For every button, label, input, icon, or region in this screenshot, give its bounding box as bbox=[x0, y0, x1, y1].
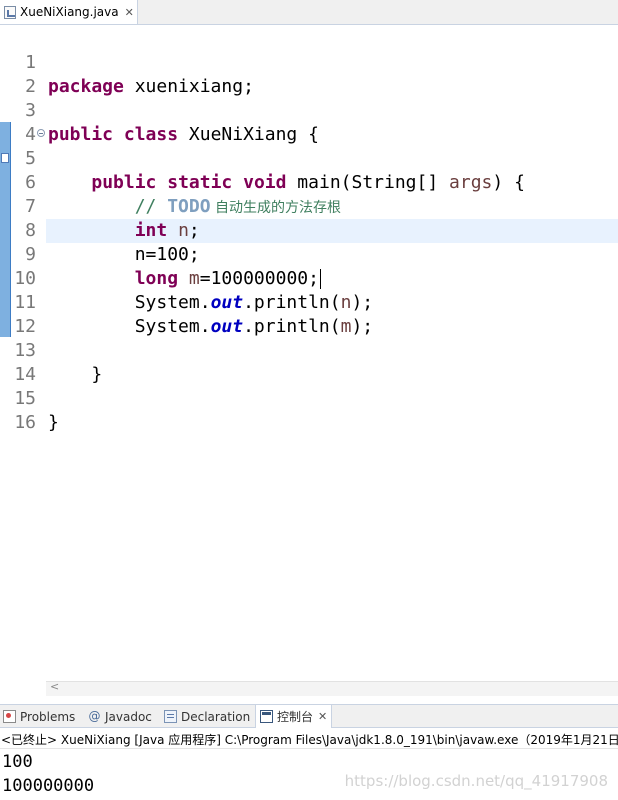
code-line-5: 5 public static void main(String[] args)… bbox=[0, 123, 618, 193]
editor-tab-bar: XueNiXiang.java ✕ bbox=[0, 0, 618, 25]
code-line-8: 8 n=100; bbox=[0, 195, 618, 265]
editor-tab-xuenixiang[interactable]: XueNiXiang.java ✕ bbox=[0, 0, 138, 24]
javadoc-icon: @ bbox=[88, 709, 101, 723]
editor-tab-label: XueNiXiang.java bbox=[20, 5, 119, 19]
watermark: https://blog.csdn.net/qq_41917908 bbox=[344, 772, 608, 790]
scroll-left-icon[interactable]: < bbox=[50, 680, 59, 693]
code-line-14: 14 bbox=[0, 339, 618, 385]
code-line-2: 2 bbox=[0, 51, 618, 97]
code-line-15: 15 } bbox=[0, 363, 618, 433]
views-tab-bar: Problems @ Javadoc Declaration 控制台 ✕ bbox=[0, 704, 618, 728]
console-view[interactable]: <已终止> XueNiXiang [Java 应用程序] C:\Program … bbox=[0, 728, 618, 800]
console-status-line: <已终止> XueNiXiang [Java 应用程序] C:\Program … bbox=[0, 733, 618, 749]
code-line-6: 6 // TODO 自动生成的方法存根 bbox=[0, 147, 618, 217]
code-line-12: 12 bbox=[0, 291, 618, 337]
close-icon[interactable]: ✕ bbox=[125, 6, 134, 19]
console-icon bbox=[260, 710, 273, 723]
java-file-icon bbox=[4, 5, 16, 19]
horizontal-scrollbar[interactable]: < bbox=[46, 680, 618, 696]
problems-icon bbox=[3, 710, 16, 723]
tab-label: Javadoc bbox=[105, 709, 152, 724]
code-lines: 1 package xuenixiang; 2 3 public class X… bbox=[0, 27, 618, 433]
code-line-16: 16 bbox=[0, 387, 618, 433]
code-line-7: 7 int n; bbox=[0, 171, 618, 241]
tab-problems[interactable]: Problems bbox=[3, 705, 75, 728]
close-icon[interactable]: ✕ bbox=[318, 710, 327, 723]
tab-javadoc[interactable]: @ Javadoc bbox=[88, 705, 152, 728]
code-line-11: 11 System.out.println(m); bbox=[0, 267, 618, 337]
tab-console[interactable]: 控制台 ✕ bbox=[255, 705, 333, 728]
tab-label: Declaration bbox=[181, 709, 251, 724]
code-line-4: 4 bbox=[0, 99, 618, 145]
code-line-9: 9 long m=100000000; bbox=[0, 219, 618, 289]
code-line-13: 13 } bbox=[0, 315, 618, 385]
code-line-3: 3 public class XueNiXiang { bbox=[0, 75, 618, 145]
declaration-icon bbox=[164, 710, 177, 723]
tab-label: 控制台 bbox=[277, 710, 314, 724]
tab-label: Problems bbox=[20, 709, 76, 724]
console-output-line: 100 bbox=[2, 752, 33, 772]
line-number: 16 bbox=[14, 412, 36, 433]
code-editor[interactable]: 1 package xuenixiang; 2 3 public class X… bbox=[0, 25, 618, 681]
code-line-10: 10 System.out.println(n); bbox=[0, 243, 618, 313]
console-output-line: 100000000 bbox=[2, 776, 95, 796]
tab-declaration[interactable]: Declaration bbox=[164, 705, 250, 728]
code-line-1: 1 package xuenixiang; bbox=[0, 27, 618, 97]
